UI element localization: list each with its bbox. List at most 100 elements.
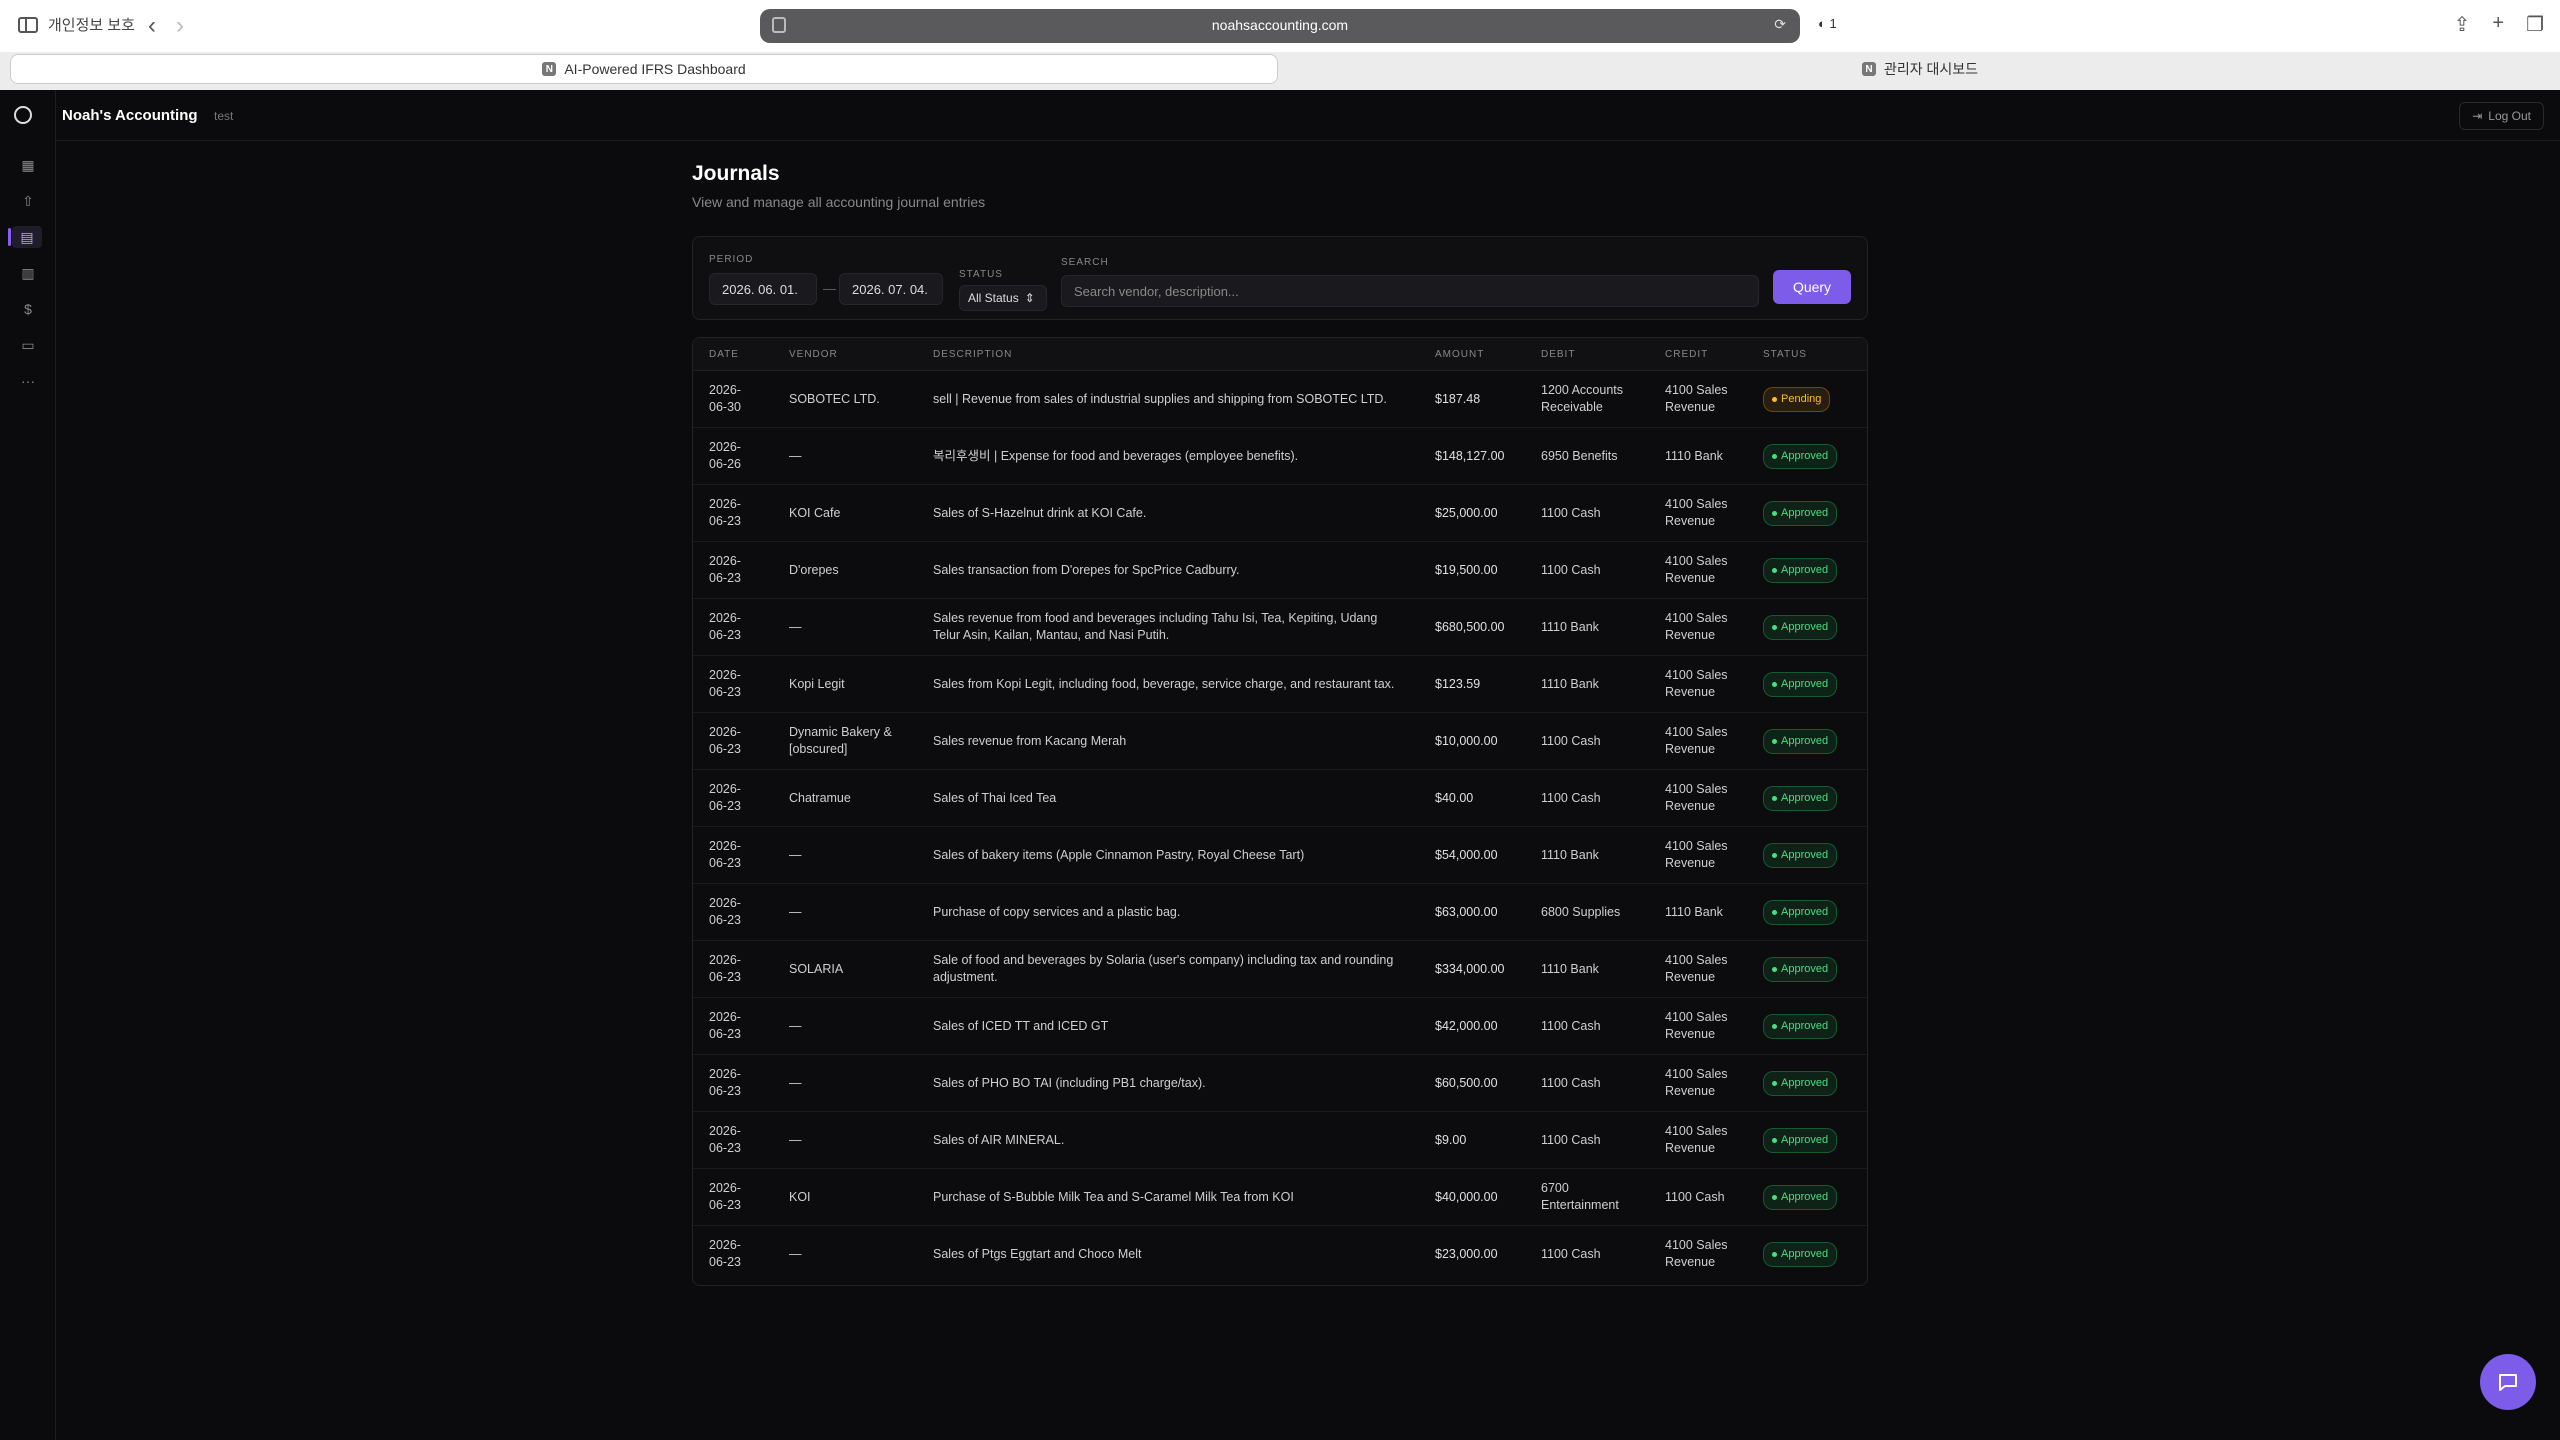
table-row[interactable]: 2026-06-23 KOI Purchase of S-Bubble Milk T… [693,1168,1867,1226]
table-row[interactable]: 2026-06-26— 복리후생비 | Expense for food and … [693,427,1867,485]
status-dot-icon [1772,567,1777,573]
table-row[interactable]: 2026-06-23 Chatramue Sales of Thai Iced Te… [693,769,1867,827]
new-tab-icon[interactable]: + [2492,12,2504,37]
chat-button[interactable] [2480,1354,2536,1410]
reload-icon[interactable]: ⟳ [1774,16,1786,33]
grid-icon[interactable]: ▦ [17,154,39,176]
amount-cell: $54,000.00 [1419,826,1525,884]
tab-label: 관리자 대시보드 [1883,61,1979,77]
tab-overview-icon[interactable]: ❐ [2526,12,2544,37]
address-bar[interactable]: noahsaccounting.com ⟳ [760,9,1800,43]
tab-bar: N AI-Powered IFRS Dashboard N 관리자 대시보드 [0,52,2560,90]
table-row[interactable]: 2026-06-23 Kopi Legit Sales from Kopi Legi… [693,655,1867,713]
date-cell: 2026-06-23 [693,883,773,941]
vendor-cell: SOLARIA [773,940,917,998]
col-amount[interactable]: AMOUNT [1419,338,1525,371]
status-cell: Approved [1747,997,1867,1055]
top-bar: Noah's Accounting test ⇥ Log Out [56,90,2560,141]
status-badge: Approved [1763,443,1838,469]
amount-cell: $40,000.00 [1419,1168,1525,1226]
debit-cell: 1110 Bank [1525,940,1649,998]
table-row[interactable]: 2026-06-23— Purchase of copy services and… [693,883,1867,941]
status-label: Approved [1781,905,1829,918]
privacy-control[interactable]: 개인정보 보호 [18,14,135,35]
tab-admin-dashboard[interactable]: N 관리자 대시보드 [1290,54,2550,84]
status-dot-icon [1772,681,1777,687]
sidebar-toggle-icon[interactable] [18,16,38,33]
amount-cell: $148,127.00 [1419,427,1525,485]
card-icon[interactable]: ▭ [17,334,39,356]
description-cell: Sales revenue from Kacang Merah [917,712,1419,770]
status-cell: Approved [1747,883,1867,941]
back-icon[interactable]: ‹ [148,12,156,40]
shield-icon[interactable]: ◐ 1 [1818,16,1837,31]
document-icon[interactable]: ▤ [8,226,42,248]
brand-name[interactable]: Noah's Accounting [62,107,198,124]
vendor-cell: SOBOTEC LTD. [773,370,917,428]
amount-cell: $25,000.00 [1419,484,1525,542]
debit-cell: 1110 Bank [1525,655,1649,713]
table-row[interactable]: 2026-06-23 SOLARIA Sale of food and bevera… [693,940,1867,998]
period-to-input[interactable]: 2026. 07. 04. [839,273,943,305]
status-dot-icon [1772,453,1777,459]
credit-cell: 4100 Sales Revenue [1649,370,1747,428]
description-cell: Purchase of copy services and a plastic … [917,883,1419,941]
col-status[interactable]: STATUS [1747,338,1867,371]
table-row[interactable]: 2026-06-23 D'orepes Sales transaction from… [693,541,1867,599]
status-label: Approved [1781,734,1829,747]
status-cell: Approved [1747,769,1867,827]
query-button[interactable]: Query [1773,270,1851,304]
shield-count: 1 [1829,16,1837,31]
more-icon[interactable]: ··· [17,370,39,392]
debit-cell: 1100 Cash [1525,712,1649,770]
col-vendor[interactable]: VENDOR [773,338,917,371]
search-input[interactable]: Search vendor, description... [1061,275,1759,307]
status-badge: Approved [1763,614,1838,640]
journals-page: Journals View and manage all accounting … [692,162,1868,1286]
vendor-cell: — [789,1246,802,1261]
tab-ifrs-dashboard[interactable]: N AI-Powered IFRS Dashboard [10,54,1278,84]
chart-icon[interactable]: ▥ [17,262,39,284]
date-cell: 2026-06-30 [693,370,773,428]
description-cell: Sale of food and beverages by Solaria (u… [917,940,1419,998]
vendor-cell: — [773,883,917,941]
date-cell: 2026-06-23 [693,1168,773,1226]
credit-cell: 4100 Sales Revenue [1665,1238,1728,1269]
forward-icon[interactable]: › [176,12,184,40]
logo-icon[interactable] [14,106,32,124]
description-cell: Purchase of S-Bubble Milk Tea and S-Cara… [917,1168,1419,1226]
col-description[interactable]: DESCRIPTION [917,338,1419,371]
status-badge: Approved [1763,785,1838,811]
table-row[interactable]: 2026-06-23— Sales of bakery items (Apple … [693,826,1867,884]
filter-panel: PERIOD 2026. 06. 01. — 2026. 07. 04. STA… [692,236,1868,320]
status-label: STATUS [959,269,1003,280]
table-row[interactable]: 2026-06-23 KOI Cafe Sales of S-Hazelnut dr… [693,484,1867,542]
credit-cell: 4100 Sales Revenue [1649,712,1747,770]
table-row[interactable]: 2026-06-23— Sales of ICED TT and ICED GT $… [693,997,1867,1055]
upload-icon[interactable]: ⇧ [17,190,39,212]
table-row[interactable]: 2026-06-23— Sales revenue from food and b… [693,598,1867,656]
tab-label: AI-Powered IFRS Dashboard [564,61,746,77]
table-row[interactable]: 2026-06-23 — Sales of Ptgs Eggtart and Cho… [693,1226,1867,1283]
share-icon[interactable]: ⇪ [2454,12,2471,37]
status-badge: Approved [1763,671,1838,697]
table-row[interactable]: 2026-06-30 SOBOTEC LTD. sell | Revenue fro… [693,370,1867,428]
col-debit[interactable]: DEBIT [1525,338,1649,371]
browser-actions: ⇪ + ❐ [2454,12,2544,37]
col-credit[interactable]: CREDIT [1649,338,1747,371]
dollar-icon[interactable]: $ [17,298,39,320]
vendor-cell: — [773,1111,917,1169]
description-cell: Sales of PHO BO TAI (including PB1 charg… [917,1054,1419,1112]
amount-cell: $63,000.00 [1419,883,1525,941]
col-date[interactable]: DATE [693,338,773,371]
period-from-input[interactable]: 2026. 06. 01. [709,273,817,305]
company-name: test [214,109,234,123]
logout-button[interactable]: ⇥ Log Out [2459,102,2544,130]
status-label: Approved [1781,563,1829,576]
debit-cell: 1100 Cash [1525,769,1649,827]
status-select[interactable]: All Status ⇕ [959,285,1047,311]
table-row[interactable]: 2026-06-23— Sales of AIR MINERAL. $9.00 110… [693,1111,1867,1169]
table-row[interactable]: 2026-06-23 Dynamic Bakery & [obscured] Sal… [693,712,1867,770]
period-separator: — [823,281,836,296]
table-row[interactable]: 2026-06-23— Sales of PHO BO TAI (includin… [693,1054,1867,1112]
